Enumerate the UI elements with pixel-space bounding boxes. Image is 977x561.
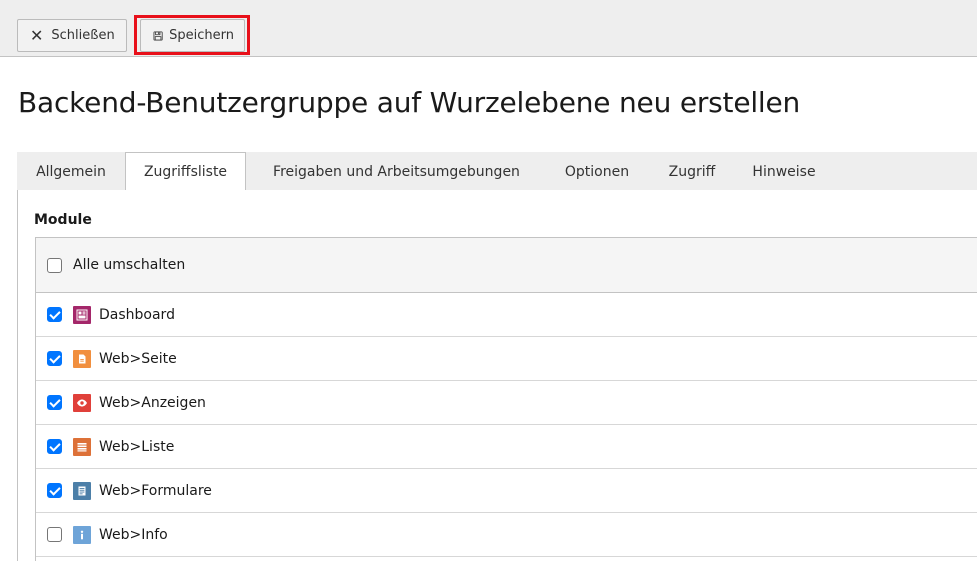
tab-freigaben[interactable]: Freigaben und Arbeitsumgebungen [246,152,547,191]
module-checkbox-web-liste[interactable] [47,439,62,454]
tab-allgemein[interactable]: Allgemein [17,152,125,191]
eye-icon [73,393,91,412]
form-icon [73,481,91,500]
module-label: Dashboard [99,306,175,323]
module-checkbox-web-info[interactable] [47,527,62,542]
page-title: Backend-Benutzergruppe auf Wurzelebene n… [18,86,801,119]
close-icon: ✕ [30,25,44,45]
module-label: Web>Seite [99,350,177,367]
module-checkbox-web-anzeigen[interactable] [47,395,62,410]
list-item[interactable]: Web>Liste [36,425,977,469]
list-item[interactable]: Web>Info [36,513,977,557]
dashboard-icon [73,305,91,324]
close-button-label: Schließen [51,28,115,43]
info-icon [73,525,91,544]
list-item[interactable]: Web>Anzeigen [36,381,977,425]
module-checkbox-web-formulare[interactable] [47,483,62,498]
save-button[interactable]: Speichern [140,19,245,52]
list-item[interactable]: Dashboard [36,293,977,337]
tab-bar: Allgemein Zugriffsliste Freigaben und Ar… [17,152,977,192]
module-label: Web>Anzeigen [99,394,206,411]
module-checkbox-web-seite[interactable] [47,351,62,366]
close-button[interactable]: ✕ Schließen [17,19,127,52]
toggle-all-checkbox[interactable] [47,257,62,273]
page-icon [73,349,91,368]
toggle-all-label: Alle umschalten [73,257,186,273]
modules-checkbox-list: Alle umschalten Dashboard Web>Seite Web>… [35,237,977,561]
list-item[interactable]: Web>Seite [36,337,977,381]
module-label: Web>Formulare [99,482,212,499]
module-checkbox-dashboard[interactable] [47,307,62,322]
tab-panel-zugriffsliste: Module Alle umschalten Dashboard Web>Sei… [17,190,977,561]
module-toolbar: ✕ Schließen Speichern [0,0,977,57]
toggle-all-row[interactable]: Alle umschalten [36,238,977,293]
module-label: Web>Liste [99,438,175,455]
list-icon [73,437,91,456]
list-item[interactable]: Web>Formulare [36,469,977,513]
floppy-disk-icon [153,30,163,41]
tab-optionen[interactable]: Optionen [547,152,647,191]
save-button-label: Speichern [169,28,234,43]
tab-hinweise[interactable]: Hinweise [737,152,831,191]
modules-section-label: Module [34,212,92,228]
tab-zugriff[interactable]: Zugriff [647,152,737,191]
module-label: Web>Info [99,526,168,543]
tab-zugriffsliste[interactable]: Zugriffsliste [125,152,246,192]
